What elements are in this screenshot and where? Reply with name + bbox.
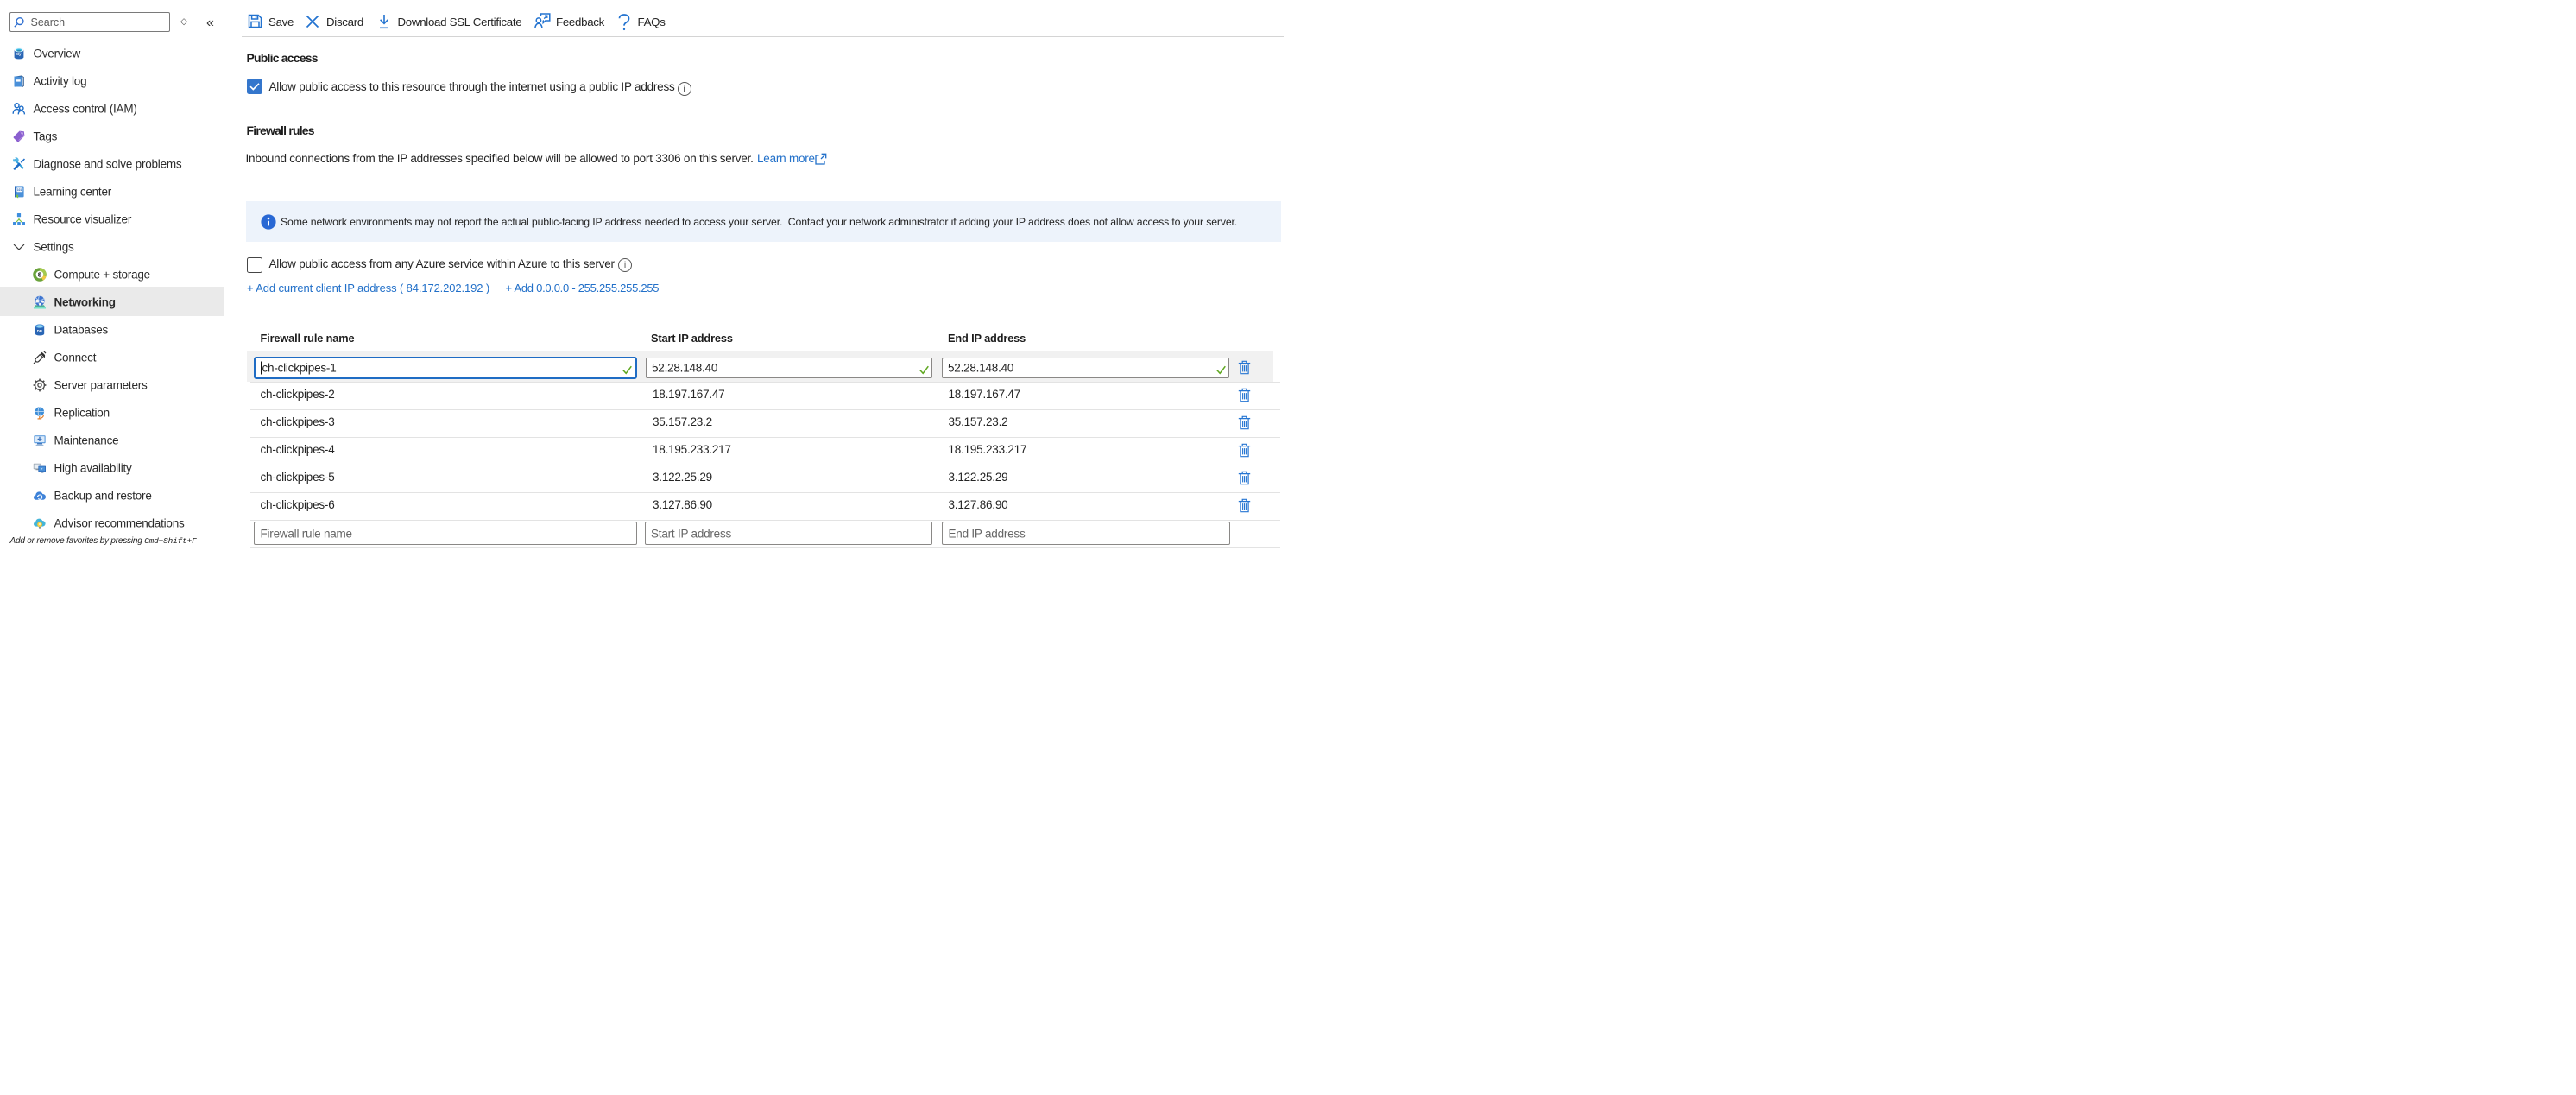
- svg-text:DB: DB: [37, 328, 42, 332]
- svg-text:My: My: [16, 52, 22, 56]
- svg-text:101: 101: [17, 188, 22, 192]
- svg-text:✓: ✓: [41, 466, 44, 471]
- svg-text:$: $: [38, 270, 42, 278]
